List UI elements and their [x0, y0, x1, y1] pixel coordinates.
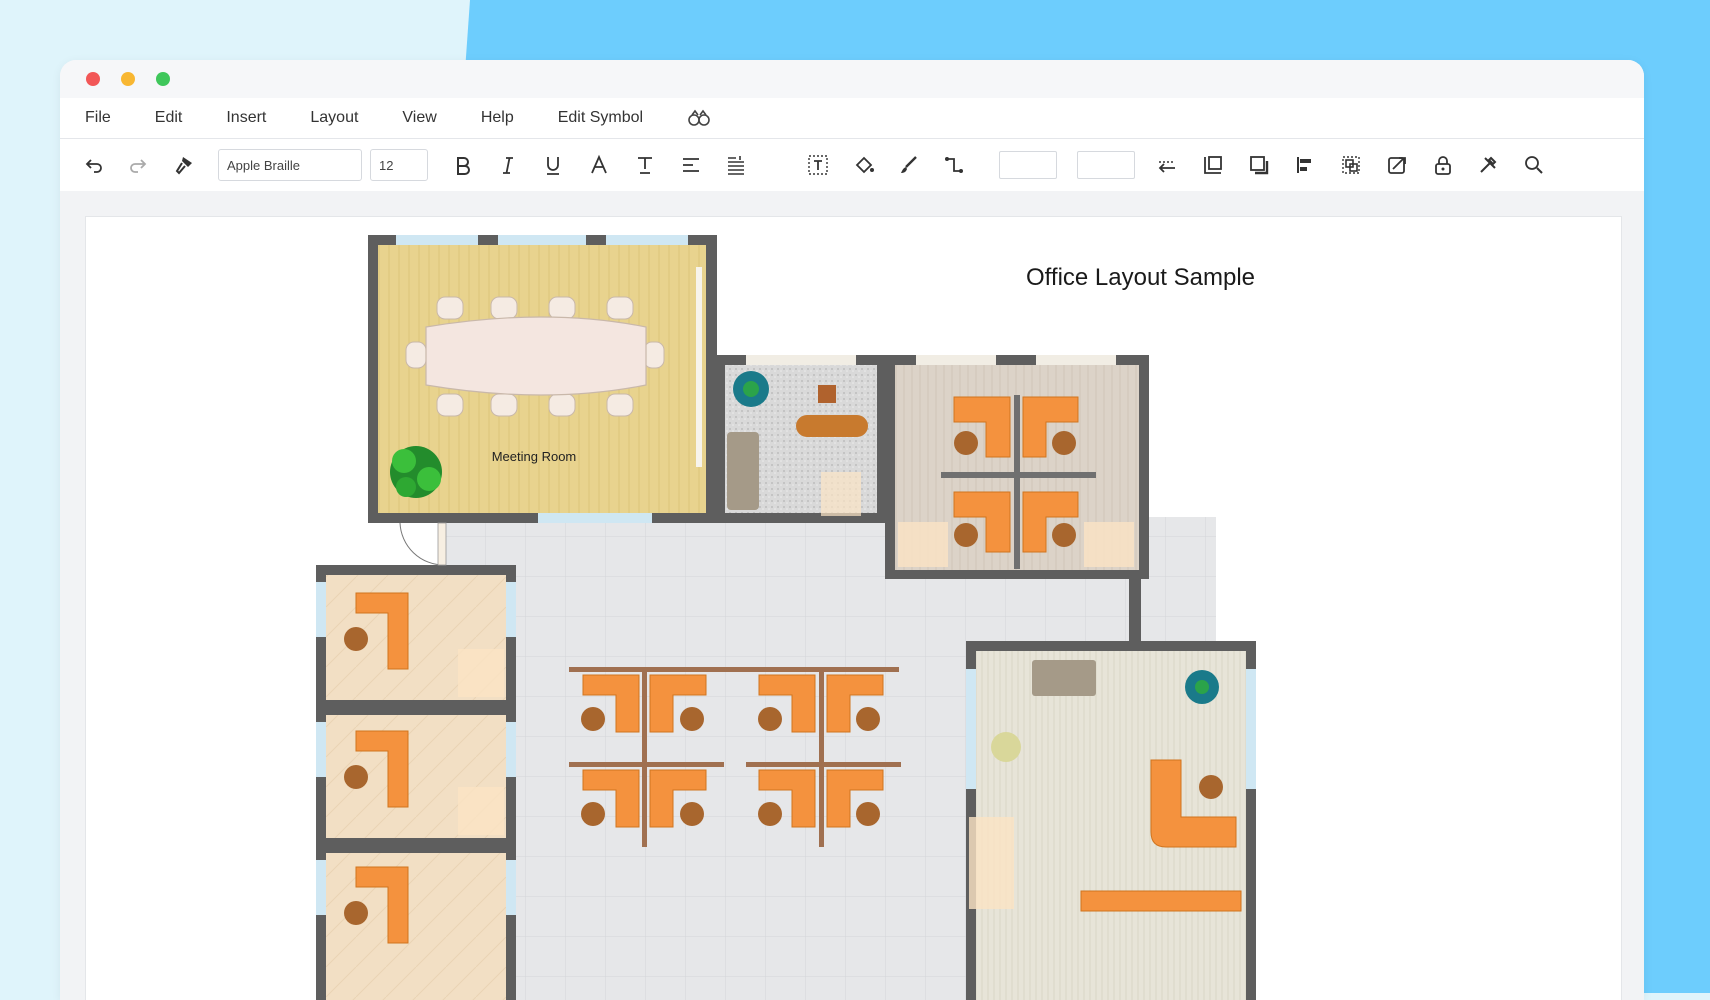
floor-plan[interactable]: Meeting Room: [86, 217, 1621, 1000]
drawing-page[interactable]: Meeting Room Office Layout Sample: [85, 216, 1622, 1000]
menu-bar: File Edit Insert Layout View Help Edit S…: [60, 98, 1644, 139]
connector-icon[interactable]: [942, 153, 966, 177]
menu-edit-symbol[interactable]: Edit Symbol: [558, 109, 643, 127]
redo-icon[interactable]: [126, 153, 150, 177]
fill-icon[interactable]: [852, 153, 876, 177]
menu-layout[interactable]: Layout: [310, 109, 358, 127]
search-icon[interactable]: [1522, 153, 1546, 177]
maximize-window-button[interactable]: [156, 72, 170, 86]
menu-view[interactable]: View: [402, 109, 436, 127]
font-family-select[interactable]: Apple Braille: [218, 149, 362, 181]
arrow-style-icon[interactable]: [1155, 153, 1179, 177]
menu-insert[interactable]: Insert: [226, 109, 266, 127]
font-color-icon[interactable]: [587, 153, 611, 177]
lobby-room: [717, 355, 885, 523]
align-icon[interactable]: [679, 153, 703, 177]
menu-edit[interactable]: Edit: [155, 109, 183, 127]
toolbar: Apple Braille 12: [60, 139, 1644, 192]
canvas-area: Meeting Room Office Layout Sample: [60, 191, 1644, 1000]
private-office-1: [316, 565, 516, 705]
private-office-2: [316, 705, 516, 843]
tools-icon[interactable]: [1476, 153, 1500, 177]
meeting-room: [368, 235, 717, 523]
line-width-field[interactable]: [999, 151, 1057, 179]
minimize-window-button[interactable]: [121, 72, 135, 86]
private-office-3: [316, 843, 516, 1000]
diagram-title: Office Layout Sample: [1026, 264, 1256, 291]
shadow-icon[interactable]: [1247, 153, 1271, 177]
cubicle-room: [885, 355, 1149, 579]
text-box-icon[interactable]: [806, 153, 830, 177]
menu-file[interactable]: File: [85, 109, 111, 127]
format-painter-icon[interactable]: [172, 153, 196, 177]
align-objects-icon[interactable]: [1293, 153, 1317, 177]
binoculars-icon[interactable]: [687, 108, 711, 128]
line-icon[interactable]: [897, 153, 921, 177]
rotate-icon[interactable]: [1385, 153, 1409, 177]
line-spacing-icon[interactable]: [724, 153, 748, 177]
title-bar: [60, 60, 1644, 98]
menu-help[interactable]: Help: [481, 109, 514, 127]
bring-front-icon[interactable]: [1201, 153, 1225, 177]
meeting-room-label: Meeting Room: [492, 449, 577, 464]
font-size-input[interactable]: 12: [370, 149, 428, 181]
group-icon[interactable]: [1339, 153, 1363, 177]
italic-icon[interactable]: [496, 153, 520, 177]
line-style-field[interactable]: [1077, 151, 1135, 179]
close-window-button[interactable]: [86, 72, 100, 86]
app-window: File Edit Insert Layout View Help Edit S…: [60, 60, 1644, 1000]
undo-icon[interactable]: [82, 153, 106, 177]
bold-icon[interactable]: [451, 153, 475, 177]
underline-icon[interactable]: [541, 153, 565, 177]
text-style-icon[interactable]: [633, 153, 657, 177]
executive-office: [966, 641, 1256, 1000]
lock-icon[interactable]: [1431, 153, 1455, 177]
